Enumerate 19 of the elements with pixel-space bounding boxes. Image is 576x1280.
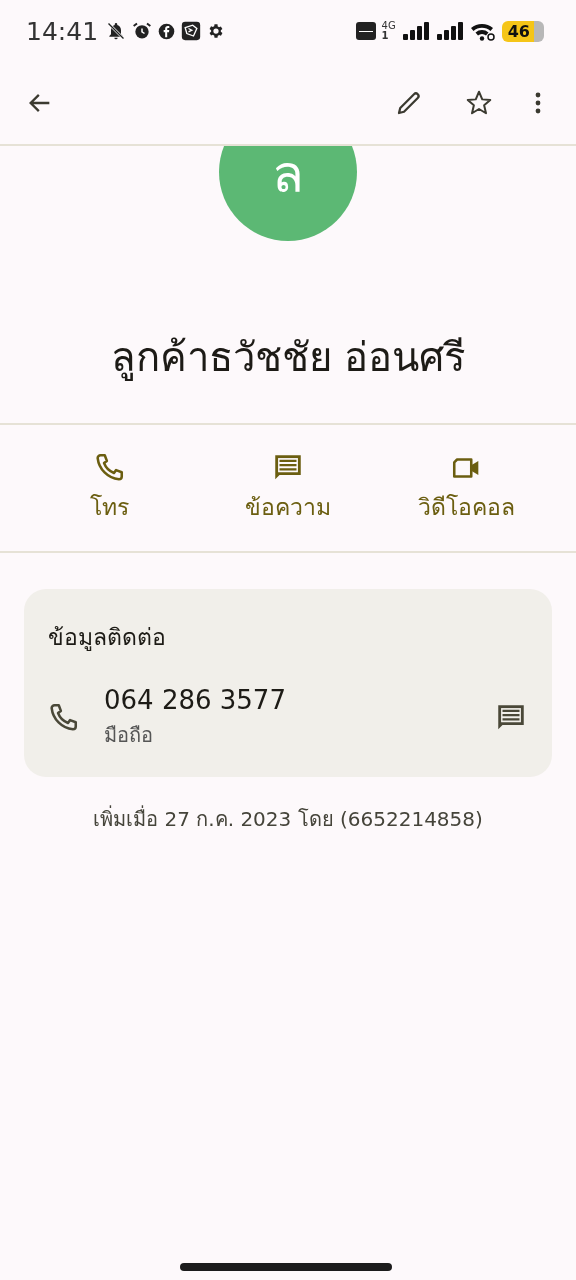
status-time: 14:41 bbox=[26, 16, 99, 46]
signal-icon bbox=[435, 21, 464, 41]
card-title: ข้อมูลติดต่อ bbox=[48, 623, 167, 653]
contact-name: ลูกค้าธวัชชัย อ่อนศรี bbox=[109, 333, 467, 383]
signal-icon bbox=[401, 21, 430, 41]
phone-type: มือถือ bbox=[104, 722, 154, 749]
sim-number: 1 bbox=[381, 31, 390, 41]
added-date-text: เพิ่มเมื่อ 27 ก.ค. 2023 โดย (6652214858) bbox=[92, 804, 484, 833]
phone-number[interactable]: 064 286 3577 bbox=[104, 685, 470, 715]
call-action-button[interactable]: โทร bbox=[20, 445, 199, 531]
facebook-icon bbox=[158, 22, 176, 40]
video-action-button[interactable]: วิดีโอคอล bbox=[377, 445, 556, 531]
muted-bell-icon bbox=[106, 21, 127, 41]
wifi-icon bbox=[469, 21, 496, 41]
battery-level: 46 bbox=[501, 20, 544, 42]
network-type: 4G bbox=[381, 21, 396, 31]
more-options-icon[interactable] bbox=[534, 90, 542, 116]
alarm-clock-icon bbox=[132, 21, 153, 41]
message-action-button[interactable]: ข้อความ bbox=[198, 445, 378, 531]
